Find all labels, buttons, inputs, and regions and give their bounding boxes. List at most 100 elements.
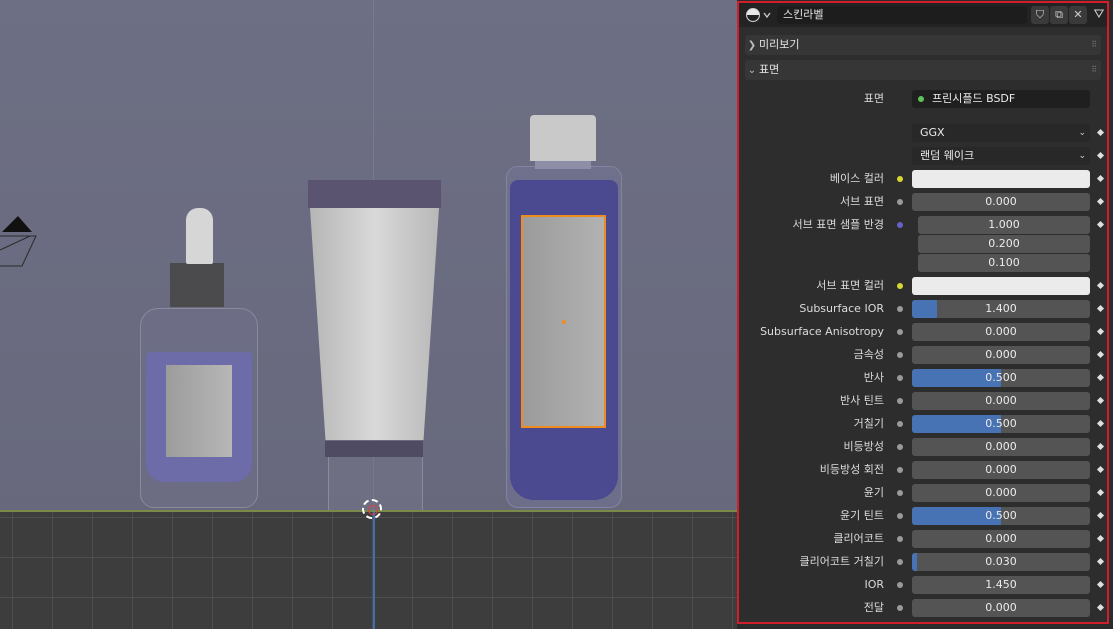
unlink-close-icon[interactable]: ✕	[1069, 6, 1087, 24]
keyframe-dot-icon[interactable]	[1096, 327, 1105, 336]
subsurface-radius-y[interactable]: 0.200	[918, 235, 1090, 253]
keyframe-dot-icon[interactable]	[1096, 281, 1105, 290]
keyframe-dot-icon[interactable]	[1096, 350, 1105, 359]
param-slider[interactable]: 0.500	[912, 369, 1090, 387]
value-socket-icon[interactable]	[893, 325, 908, 339]
keyframe-dot-icon[interactable]	[1096, 197, 1105, 206]
param-slider[interactable]: 0.000	[912, 392, 1090, 410]
subsurface-radius-x[interactable]: 1.000	[918, 216, 1090, 234]
param-slider[interactable]: 0.000	[912, 599, 1090, 617]
param-slider[interactable]: 1.400	[912, 300, 1090, 318]
surface-shader-field[interactable]: 프린시플드 BSDF	[912, 90, 1090, 108]
value-socket-icon[interactable]	[893, 417, 908, 431]
param-value: 0.000	[985, 348, 1017, 361]
param-slider[interactable]: 0.500	[912, 507, 1090, 525]
preview-section-label: 미리보기	[759, 38, 800, 51]
distribution-dropdown[interactable]: GGX ⌄	[912, 124, 1090, 142]
color-socket-icon[interactable]	[893, 172, 908, 186]
subsurface-method-row: 랜덤 웨이크 ⌄	[739, 147, 1107, 165]
base-color-swatch[interactable]	[912, 170, 1090, 188]
dropper-tip	[186, 208, 213, 264]
value-socket-icon[interactable]	[893, 532, 908, 546]
drag-grip-icon[interactable]: ⠿	[1091, 35, 1097, 55]
value-socket-icon[interactable]	[893, 371, 908, 385]
param-slider[interactable]: 1.450	[912, 576, 1090, 594]
param-label: 금속성	[853, 348, 884, 361]
keyframe-dot-icon[interactable]	[1096, 534, 1105, 543]
keyframe-dot-icon[interactable]	[1096, 128, 1105, 137]
value-socket-icon[interactable]	[893, 486, 908, 500]
value-socket-icon[interactable]	[893, 348, 908, 362]
param-slider[interactable]: 0.000	[912, 461, 1090, 479]
param-slider[interactable]: 0.000	[912, 346, 1090, 364]
drag-grip-icon[interactable]: ⠿	[1091, 60, 1097, 80]
keyframe-dot-icon[interactable]	[1096, 220, 1105, 229]
keyframe-dot-icon[interactable]	[1096, 603, 1105, 612]
distribution-row: GGX ⌄	[739, 124, 1107, 142]
param-slider[interactable]: 0.000	[912, 484, 1090, 502]
keyframe-dot-icon[interactable]	[1096, 557, 1105, 566]
surface-shader-row: 표면 프린시플드 BSDF	[739, 90, 1107, 108]
param-value: 0.000	[985, 440, 1017, 453]
param-row: 윤기 0.000	[739, 484, 1107, 502]
subsurface-radius-z[interactable]: 0.100	[918, 254, 1090, 272]
param-row: Subsurface IOR 1.400	[739, 300, 1107, 318]
subsurface-method-dropdown[interactable]: 랜덤 웨이크 ⌄	[912, 147, 1090, 165]
param-slider[interactable]: 0.030	[912, 553, 1090, 571]
keyframe-dot-icon[interactable]	[1096, 419, 1105, 428]
keyframe-dot-icon[interactable]	[1096, 304, 1105, 313]
value-socket-icon[interactable]	[893, 509, 908, 523]
3d-cursor[interactable]	[362, 499, 382, 519]
subsurface-row: 서브 표면 0.000	[739, 193, 1107, 211]
param-slider[interactable]: 0.000	[912, 438, 1090, 456]
value-socket-icon[interactable]	[893, 555, 908, 569]
bottle-cap	[530, 115, 596, 161]
value-socket-icon[interactable]	[893, 195, 908, 209]
value-socket-icon[interactable]	[893, 601, 908, 615]
param-slider[interactable]: 0.000	[912, 323, 1090, 341]
surface-section-header[interactable]: ⌄ 표면 ⠿	[745, 60, 1101, 80]
keyframe-dot-icon[interactable]	[1096, 580, 1105, 589]
material-header: 스킨라벨 ⛉ ⧉ ✕ ⛛	[739, 3, 1107, 27]
subsurface-radius-row: 서브 표면 샘플 반경 1.000	[739, 216, 1107, 234]
preview-section-header[interactable]: ❯ 미리보기 ⠿	[745, 35, 1101, 55]
value-socket-icon[interactable]	[893, 394, 908, 408]
value-socket-icon[interactable]	[893, 578, 908, 592]
keyframe-dot-icon[interactable]	[1096, 442, 1105, 451]
material-properties-panel: 스킨라벨 ⛉ ⧉ ✕ ⛛ ❯ 미리보기 ⠿ ⌄ 표면 ⠿ 표면 프린시플드 BSDF…	[737, 1, 1109, 624]
param-value: 0.000	[985, 486, 1017, 499]
param-slider[interactable]: 0.500	[912, 415, 1090, 433]
subsurface-color-label: 서브 표면 컬러	[816, 279, 884, 292]
fake-user-shield-icon[interactable]: ⛉	[1031, 6, 1049, 24]
duplicate-material-icon[interactable]: ⧉	[1050, 6, 1068, 24]
subsurface-color-swatch[interactable]	[912, 277, 1090, 295]
material-name-field[interactable]: 스킨라벨	[777, 6, 1027, 24]
subsurface-color-row: 서브 표면 컬러	[739, 277, 1107, 295]
vector-socket-icon[interactable]	[893, 218, 908, 232]
chevron-down-icon: ⌄	[1078, 151, 1086, 161]
param-label: 반사 틴트	[840, 394, 884, 407]
keyframe-dot-icon[interactable]	[1096, 151, 1105, 160]
3d-viewport[interactable]	[0, 0, 737, 629]
subsurface-slider[interactable]: 0.000	[912, 193, 1090, 211]
color-socket-icon[interactable]	[893, 279, 908, 293]
param-row: 반사 0.500	[739, 369, 1107, 387]
keyframe-dot-icon[interactable]	[1096, 488, 1105, 497]
subsurface-label: 서브 표면	[840, 195, 884, 208]
value-socket-icon[interactable]	[893, 463, 908, 477]
param-slider[interactable]: 0.000	[912, 530, 1090, 548]
param-row: 비등방성 0.000	[739, 438, 1107, 456]
keyframe-dot-icon[interactable]	[1096, 511, 1105, 520]
material-sphere-icon[interactable]	[745, 7, 773, 23]
keyframe-dot-icon[interactable]	[1096, 396, 1105, 405]
keyframe-dot-icon[interactable]	[1096, 174, 1105, 183]
keyframe-dot-icon[interactable]	[1096, 465, 1105, 474]
chevron-right-icon: ❯	[747, 40, 757, 51]
node-tree-icon[interactable]: ⛛	[1093, 6, 1105, 24]
value-socket-icon[interactable]	[893, 302, 908, 316]
param-value: 0.000	[985, 601, 1017, 614]
light-object[interactable]	[0, 212, 40, 268]
value-socket-icon[interactable]	[893, 440, 908, 454]
keyframe-dot-icon[interactable]	[1096, 373, 1105, 382]
subsurface-radius-label: 서브 표면 샘플 반경	[792, 218, 884, 231]
